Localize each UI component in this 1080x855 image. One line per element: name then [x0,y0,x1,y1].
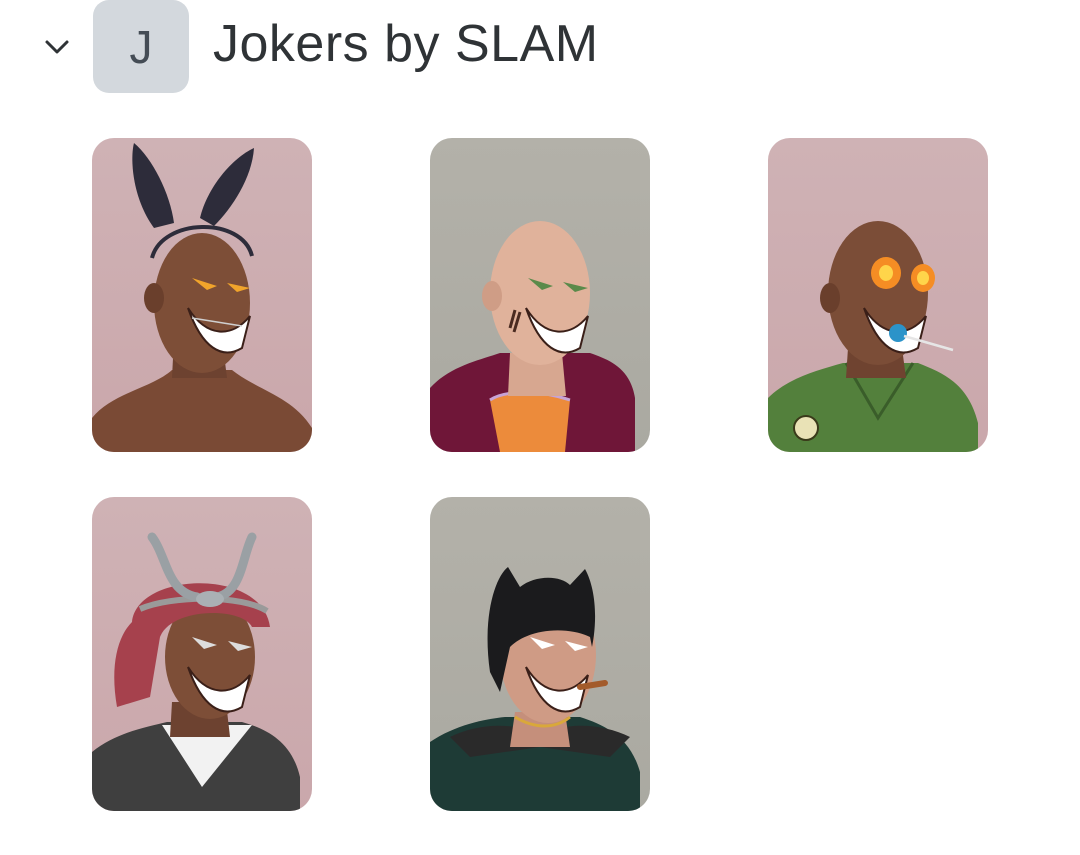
nft-image-cat-mask [430,567,640,811]
nft-image-bunny-ears [92,143,312,452]
collection-avatar: J [93,0,189,93]
nft-card-3[interactable] [768,138,988,452]
nft-image-samurai-helmet [92,532,300,811]
avatar-letter: J [129,20,153,73]
collection-title: Jokers by SLAM [213,15,599,73]
collection-header[interactable]: J Jokers by SLAM [0,0,1080,100]
nft-card-1[interactable] [92,138,312,452]
nft-card-4[interactable] [92,497,312,811]
nft-image-fire-eyes-lollipop [768,221,978,452]
nft-card-2[interactable] [430,138,650,452]
nft-image-purple-hoodie [430,221,635,452]
nft-card-5[interactable] [430,497,650,811]
chevron-down-icon[interactable] [40,30,74,64]
